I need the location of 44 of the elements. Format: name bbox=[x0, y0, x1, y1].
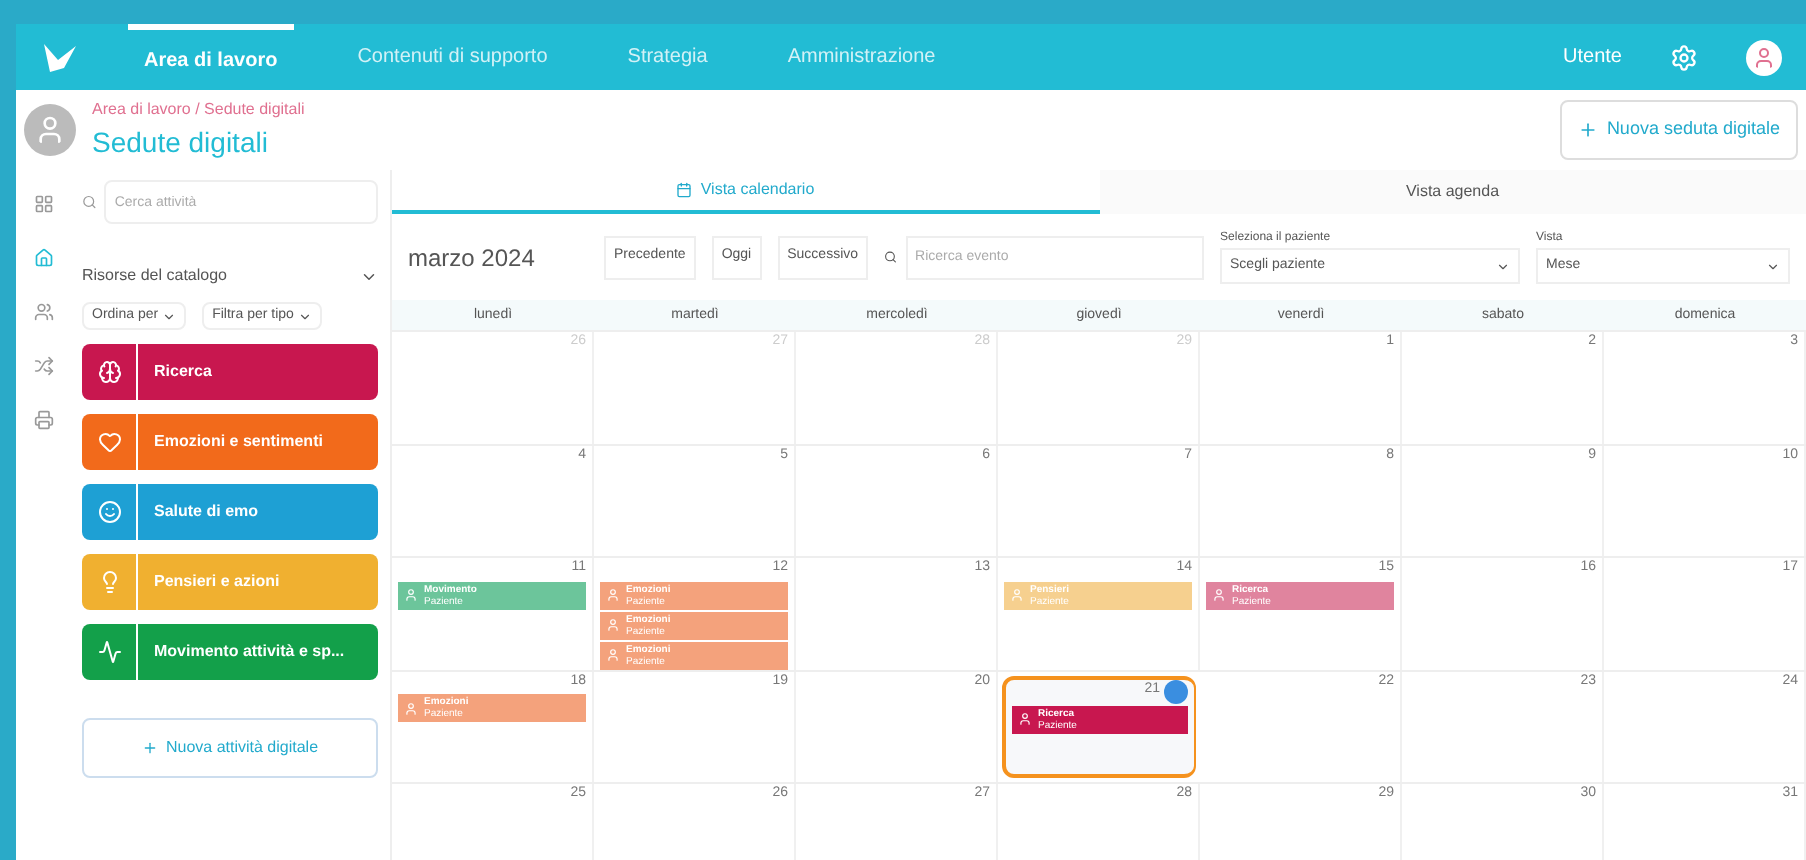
sidebar-nav-icon[interactable] bbox=[33, 356, 53, 376]
sidebar-nav-icon[interactable] bbox=[33, 302, 53, 322]
person-icon bbox=[1212, 588, 1226, 602]
resource-button[interactable]: Salute di emo bbox=[82, 484, 378, 540]
resource-button[interactable]: Emozioni e sentimenti bbox=[82, 414, 378, 470]
sidebar-nav-icon[interactable] bbox=[33, 248, 53, 268]
person-icon bbox=[404, 701, 418, 715]
person-icon bbox=[606, 588, 620, 602]
bird-logo-icon bbox=[40, 39, 80, 75]
person-icon bbox=[404, 588, 418, 602]
catalog-title: Risorse del catalogo bbox=[82, 264, 227, 288]
resource-icon bbox=[97, 500, 121, 524]
chevron-down-icon bbox=[162, 309, 177, 323]
resource-icon bbox=[97, 640, 121, 664]
plus-icon bbox=[141, 740, 158, 756]
resource-button[interactable]: Ricerca bbox=[82, 344, 378, 400]
profile-avatar-icon bbox=[24, 104, 76, 156]
resource-icon bbox=[97, 430, 121, 454]
chevron-down-icon bbox=[1496, 259, 1511, 273]
resource-button[interactable]: Movimento attività e sp... bbox=[82, 624, 378, 680]
page-title: Sedute digitali bbox=[92, 123, 270, 162]
chevron-down-icon bbox=[1766, 259, 1780, 273]
search-icon bbox=[82, 194, 97, 210]
sidebar-nav-icon[interactable] bbox=[33, 194, 53, 214]
calendar-icon bbox=[676, 182, 693, 198]
view-tab[interactable]: Vista calendario bbox=[392, 170, 1099, 214]
resource-icon bbox=[97, 570, 121, 594]
resource-icon bbox=[97, 360, 121, 384]
info-badge-icon bbox=[1164, 679, 1188, 703]
person-icon bbox=[1010, 588, 1024, 602]
new-activity-button[interactable]: Nuova attività digitale bbox=[82, 718, 378, 778]
person-icon bbox=[1018, 712, 1032, 726]
person-icon bbox=[606, 618, 620, 632]
settings-icon[interactable] bbox=[1670, 43, 1698, 71]
breadcrumb[interactable]: Area di lavoro / Sedute digitali bbox=[92, 97, 305, 121]
chevron-down-icon bbox=[297, 309, 312, 323]
plus-icon bbox=[1578, 120, 1599, 140]
new-session-button[interactable]: Nuova seduta digitale bbox=[1560, 100, 1798, 160]
avatar-icon[interactable] bbox=[1746, 39, 1782, 75]
sidebar-nav-icon[interactable] bbox=[33, 410, 53, 430]
search-icon bbox=[884, 250, 898, 264]
view-tab[interactable]: Vista agenda bbox=[1099, 170, 1806, 214]
person-icon bbox=[606, 648, 620, 662]
month-title: marzo 2024 bbox=[408, 241, 537, 275]
